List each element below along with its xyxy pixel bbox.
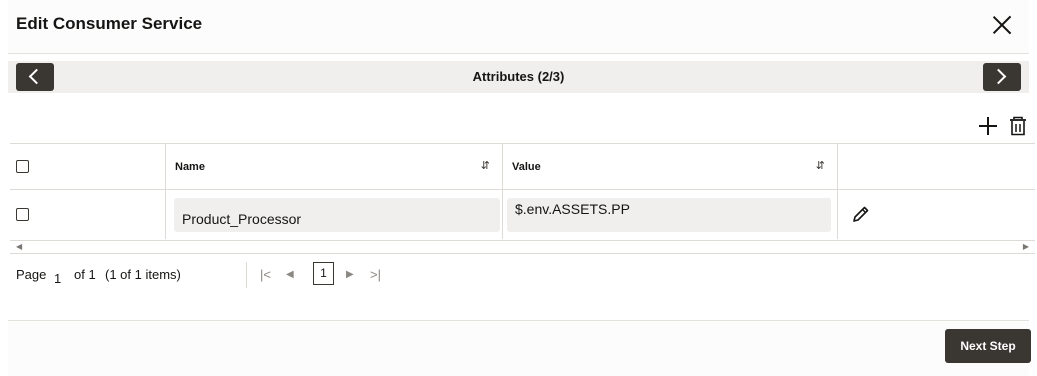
current-page-input[interactable]: 1 (54, 271, 61, 286)
attributes-table: Name ⇵ Value ⇵ Product_Processor $.env.A… (10, 143, 1035, 241)
table-row: Product_Processor $.env.ASSETS.PP (10, 190, 1035, 239)
first-page-icon[interactable]: |< (260, 267, 271, 282)
next-step-button[interactable]: Next Step (945, 329, 1031, 363)
name-cell: Product_Processor (166, 190, 503, 239)
value-field[interactable]: $.env.ASSETS.PP (507, 198, 831, 232)
header-select-cell (10, 144, 166, 189)
sort-icon[interactable]: ⇵ (481, 159, 490, 172)
page-number-button[interactable]: 1 (313, 262, 334, 285)
name-field[interactable]: Product_Processor (174, 198, 500, 232)
next-page-icon[interactable]: ▶ (346, 269, 354, 280)
sort-icon[interactable]: ⇵ (816, 159, 825, 172)
step-navigation-bar: Attributes (2/3) (8, 61, 1029, 93)
pagination-divider (246, 262, 247, 288)
value-cell: $.env.ASSETS.PP (503, 190, 838, 239)
scroll-right-arrow-icon[interactable]: ▶ (1023, 242, 1029, 251)
column-header-label: Name (175, 161, 205, 173)
previous-page-icon[interactable]: ◀ (286, 269, 294, 280)
dialog-title: Edit Consumer Service (16, 14, 203, 33)
edit-consumer-service-dialog: Edit Consumer Service Attributes (2/3) N… (0, 0, 1037, 376)
column-header-label: Value (512, 161, 541, 173)
table-header-row: Name ⇵ Value ⇵ (10, 144, 1035, 190)
select-all-checkbox[interactable] (16, 160, 29, 173)
page-label: Page (16, 267, 47, 282)
dialog-header: Edit Consumer Service (8, 0, 1029, 54)
column-header-name[interactable]: Name ⇵ (166, 144, 503, 189)
chevron-right-icon (990, 68, 1007, 85)
header-actions-cell (838, 144, 1035, 189)
add-icon[interactable] (979, 117, 997, 135)
delete-icon[interactable] (1009, 116, 1027, 136)
last-page-icon[interactable]: >| (370, 267, 381, 282)
next-step-arrow-button[interactable] (983, 63, 1021, 91)
actions-cell (838, 190, 1035, 239)
row-select-cell (10, 190, 166, 239)
items-count-label: (1 of 1 items) (105, 267, 181, 282)
dialog-footer: Next Step (8, 320, 1031, 376)
edit-pencil-icon[interactable] (852, 205, 870, 223)
close-icon[interactable] (987, 10, 1017, 40)
pagination: Page 1 of 1 (1 of 1 items) |< ◀ 1 ▶ >| (16, 262, 616, 288)
column-header-value[interactable]: Value ⇵ (503, 144, 838, 189)
scroll-left-arrow-icon[interactable]: ◀ (16, 242, 22, 251)
row-checkbox[interactable] (16, 208, 29, 221)
horizontal-scrollbar[interactable]: ◀ ▶ (10, 240, 1035, 254)
step-title: Attributes (2/3) (472, 69, 565, 84)
page-count-label: of 1 (74, 267, 96, 282)
